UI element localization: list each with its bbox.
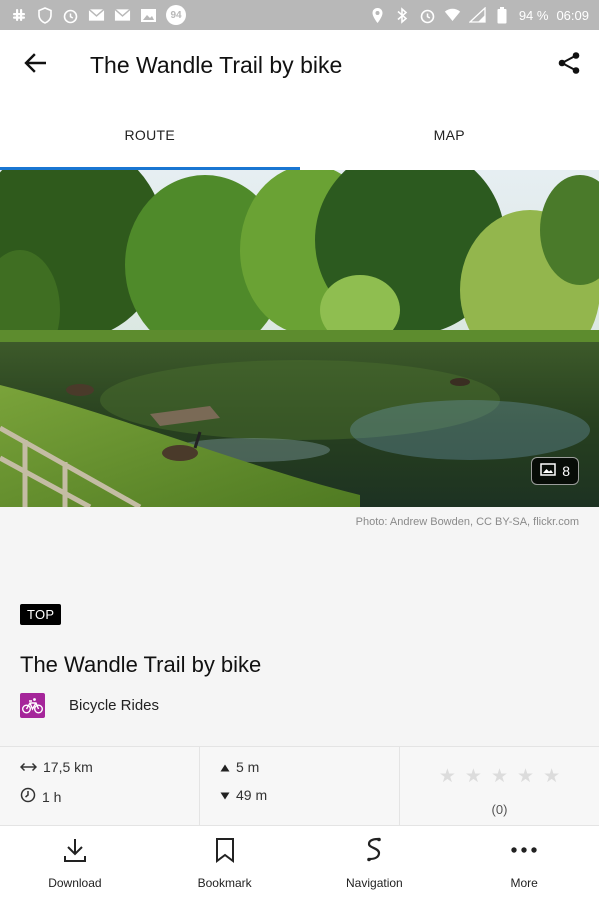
- photo-credit: Photo: Andrew Bowden, CC BY-SA, flickr.c…: [355, 516, 579, 528]
- location-icon: [369, 7, 386, 24]
- bottom-action-bar: Download Bookmark Navigation More: [0, 826, 599, 900]
- more-button[interactable]: More: [449, 826, 599, 900]
- alarm-icon: [62, 7, 79, 24]
- rating-stats[interactable]: ★ ★ ★ ★ ★ (0): [400, 747, 599, 825]
- back-button[interactable]: [0, 30, 70, 100]
- page-title: The Wandle Trail by bike: [90, 51, 343, 78]
- triangle-up-icon: [220, 759, 230, 775]
- bookmark-icon: [215, 837, 235, 868]
- distance-duration-stats: 17,5 km 1 h: [0, 747, 200, 825]
- pond-photo-image: [0, 170, 599, 507]
- image-icon: [140, 7, 157, 24]
- share-button[interactable]: [539, 30, 599, 100]
- shield-icon: [36, 6, 53, 24]
- clock: 06:09: [556, 7, 589, 23]
- route-title: The Wandle Trail by bike: [20, 652, 262, 677]
- download-button[interactable]: Download: [0, 826, 150, 900]
- star-icon: ★: [438, 766, 456, 787]
- rating-count: (0): [491, 802, 508, 817]
- tab-route[interactable]: ROUTE: [0, 100, 300, 170]
- mail-icon: [114, 7, 131, 24]
- mail-icon: [88, 7, 105, 24]
- ascent-value: 5 m: [236, 759, 260, 775]
- app-bar: The Wandle Trail by bike: [0, 30, 599, 100]
- distance-stat: 17,5 km: [19, 759, 179, 775]
- share-icon: [557, 51, 581, 80]
- top-badge: TOP: [20, 604, 62, 625]
- photo-gallery-button[interactable]: 8: [531, 457, 579, 485]
- star-icon: ★: [490, 766, 509, 787]
- bookmark-button[interactable]: Bookmark: [150, 826, 300, 900]
- status-bar: 94 94 % 06:09: [0, 0, 599, 30]
- duration-value: 1 h: [42, 788, 62, 805]
- bluetooth-icon: [394, 6, 411, 24]
- distance-value: 17,5 km: [43, 759, 93, 775]
- route-navigation-icon: [364, 837, 384, 868]
- hero-photo[interactable]: 8: [0, 170, 599, 507]
- triangle-down-icon: [220, 787, 230, 803]
- wifi-icon: [444, 7, 461, 24]
- tab-map[interactable]: MAP: [300, 100, 599, 170]
- battery-icon: [494, 6, 511, 24]
- category-label: Bicycle Rides: [69, 697, 160, 714]
- arrow-left-icon: [24, 52, 47, 78]
- route-stats: 17,5 km 1 h 5 m 49 m ★ ★ ★ ★ ★ (0): [0, 746, 599, 826]
- download-label: Download: [48, 875, 102, 890]
- more-label: More: [510, 875, 538, 890]
- photo-count: 8: [562, 463, 570, 479]
- bookmark-label: Bookmark: [197, 875, 252, 890]
- notification-count-badge: 94: [166, 5, 186, 25]
- ascent-stat: 5 m: [220, 759, 379, 775]
- battery-percentage: 94 %: [518, 7, 549, 23]
- descent-stat: 49 m: [220, 787, 379, 803]
- route-category: Bicycle Rides: [20, 693, 159, 718]
- descent-value: 49 m: [236, 787, 268, 803]
- bicycle-icon: [20, 693, 45, 718]
- elevation-stats: 5 m 49 m: [200, 747, 400, 825]
- slack-icon: [10, 7, 27, 24]
- tab-bar: ROUTE MAP: [0, 100, 599, 170]
- navigation-label: Navigation: [346, 875, 403, 890]
- star-icon: ★: [517, 766, 535, 787]
- gallery-icon: [540, 463, 556, 479]
- navigation-button[interactable]: Navigation: [300, 826, 450, 900]
- rating-stars: ★ ★ ★ ★ ★: [439, 765, 560, 788]
- star-icon: ★: [543, 766, 561, 787]
- duration-stat: 1 h: [20, 787, 179, 806]
- clock-icon: [20, 787, 36, 806]
- more-dots-icon: [510, 837, 538, 868]
- download-icon: [63, 837, 87, 868]
- alarm-icon: [419, 7, 436, 24]
- signal-icon: [468, 7, 486, 24]
- star-icon: ★: [464, 766, 482, 787]
- distance-arrows-icon: [19, 759, 38, 775]
